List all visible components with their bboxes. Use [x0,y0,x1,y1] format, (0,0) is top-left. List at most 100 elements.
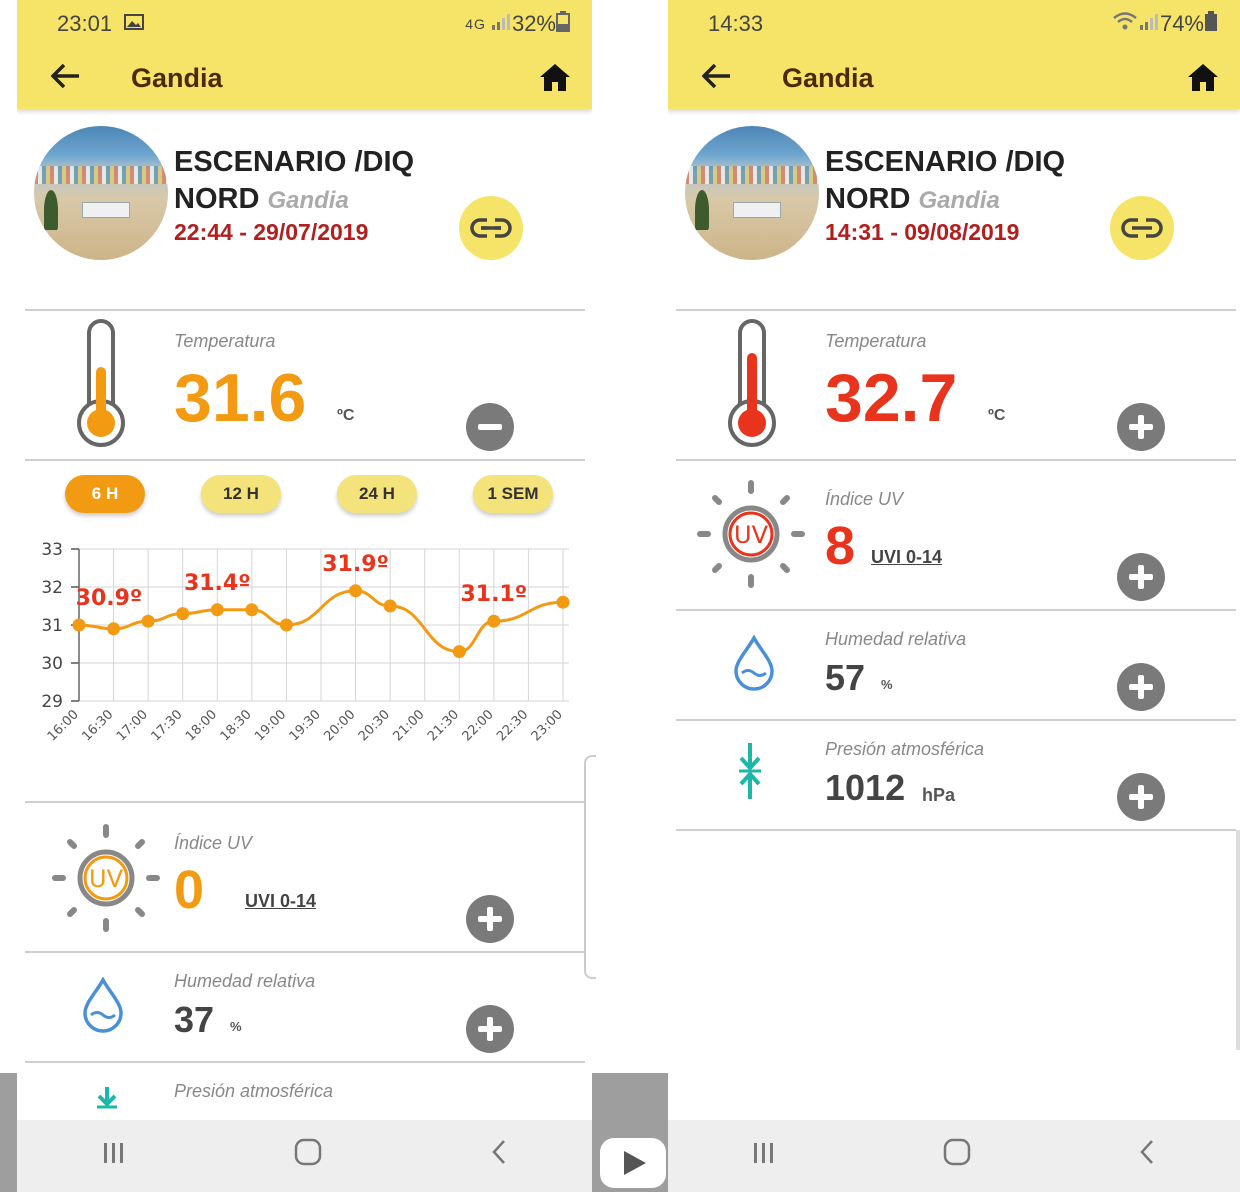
signal-icon [1138,11,1160,37]
data-point [556,595,570,609]
station-name-line2: NORD [174,183,260,215]
station-photo [34,126,168,260]
data-point [245,603,259,617]
uv-value: 8 [825,516,856,576]
back-nav-icon[interactable] [1137,1138,1157,1174]
expand-uv-button[interactable] [1117,553,1165,601]
station-photo [685,126,819,260]
data-label: 30.9º [76,586,143,611]
battery-percentage: 74% [1159,10,1204,36]
x-tick-label: 19:30 [287,707,324,744]
data-point [176,607,190,621]
pressure-section: Presión atmosférica 1012 hPa [676,719,1236,831]
home-icon[interactable] [538,62,572,94]
status-bar: 23:01 4G 32% [17,0,592,47]
svg-text:UV: UV [89,865,124,893]
temperature-chart: 29 30 31 32 33 16:00 16:30 17:00 17:30 18:00 18:30… [17,521,592,801]
humidity-label: Humedad relativa [174,971,316,991]
left-phone-screen: 23:01 4G 32% Gandia ESCENARIO /DIQ NORD … [17,0,592,1120]
data-point [210,603,224,617]
humidity-section: Humedad relativa 37 % [25,951,585,1061]
station-name: ESCENARIO /DIQ NORD Gandia [825,144,1065,219]
range-12h-button[interactable]: 12 H [201,475,281,513]
x-tick-label: 16:30 [79,707,116,744]
temperature-section: Temperatura 32.7 ºC [676,309,1236,459]
link-button[interactable] [1110,196,1174,260]
expand-temperature-button[interactable] [1117,403,1165,451]
x-tick-label: 18:30 [218,707,255,744]
pressure-unit: hPa [922,785,956,805]
uv-scale: UVI 0-14 [871,547,943,567]
temperature-unit: ºC [337,407,355,424]
y-tick-label: 31 [41,616,63,636]
expand-uv-button[interactable] [466,895,514,943]
uv-section: UV Índice UV 8 UVI 0-14 [676,459,1236,609]
recent-apps-icon[interactable] [751,1139,777,1173]
home-nav-icon[interactable] [943,1138,971,1174]
battery-icon [1204,10,1218,38]
data-point [452,645,466,659]
humidity-unit: % [230,1019,242,1034]
uv-sun-icon: UV [696,479,806,594]
expand-humidity-button[interactable] [466,1005,514,1053]
temperature-label: Temperatura [174,331,276,351]
y-tick-label: 30 [41,654,63,674]
x-tick-label: 16:00 [45,707,82,744]
uv-section: UV Índice UV 0 UVI 0-14 [25,801,585,951]
station-name: ESCENARIO /DIQ NORD Gandia [174,144,414,219]
recent-apps-icon[interactable] [101,1139,127,1173]
home-nav-icon[interactable] [294,1138,322,1174]
pressure-label: Presión atmosférica [825,739,985,759]
range-24h-button[interactable]: 24 H [337,475,417,513]
data-point [72,618,86,632]
range-1sem-button[interactable]: 1 SEM [473,475,553,513]
x-tick-label: 22:30 [494,707,531,744]
home-icon[interactable] [1186,62,1220,94]
pressure-label: Presión atmosférica [174,1081,334,1101]
humidity-section: Humedad relativa 57 % [676,609,1236,719]
pressure-value: 1012 [825,767,906,808]
pressure-arrows-icon [93,1087,121,1120]
back-nav-icon[interactable] [489,1138,509,1174]
range-6h-button[interactable]: 6 H [65,475,145,513]
thermometer-icon [726,319,778,456]
uv-label: Índice UV [825,489,904,509]
y-tick-label: 32 [41,578,63,598]
thermometer-icon [75,319,127,456]
y-tick-label: 33 [41,540,63,560]
data-point [349,584,363,598]
youtube-play-icon[interactable] [600,1138,666,1188]
collapse-temperature-button[interactable] [466,403,514,451]
data-point [383,599,397,613]
expand-humidity-button[interactable] [1117,663,1165,711]
station-datetime: 14:31 - 09/08/2019 [825,219,1020,245]
video-overlay-left [0,1073,17,1192]
edge-panel-handle[interactable] [584,755,596,979]
back-arrow-icon[interactable] [701,60,782,97]
station-city: Gandia [918,187,1000,214]
image-notification-icon [124,11,145,37]
temperature-label: Temperatura [825,331,927,351]
station-name-line1: ESCENARIO /DIQ [825,146,1066,178]
x-tick-label: 18:00 [183,707,220,744]
y-tick-label: 29 [41,692,63,712]
data-label: 31.9º [322,552,389,577]
uv-label: Índice UV [174,833,253,853]
x-tick-label: 21:30 [425,707,462,744]
temperature-unit: ºC [988,407,1006,424]
x-tick-label: 19:00 [252,707,289,744]
temperature-value: 32.7 [825,360,958,436]
x-tick-label: 23:00 [529,707,566,744]
link-button[interactable] [459,196,523,260]
battery-percentage: 32% [511,10,556,36]
back-arrow-icon[interactable] [50,60,131,97]
expand-pressure-button[interactable] [1117,773,1165,821]
station-name-line2: NORD [825,183,911,215]
uv-value: 0 [174,860,205,920]
android-nav-bar [668,1120,1240,1192]
app-bar: Gandia [668,47,1240,109]
pressure-section: Presión atmosférica [25,1061,585,1120]
right-phone-screen: 14:33 74% Gandia ESCENARIO /DIQ NORD Gan… [668,0,1240,1120]
station-city: Gandia [267,187,349,214]
temperature-section: Temperatura 31.6 ºC [25,309,585,459]
